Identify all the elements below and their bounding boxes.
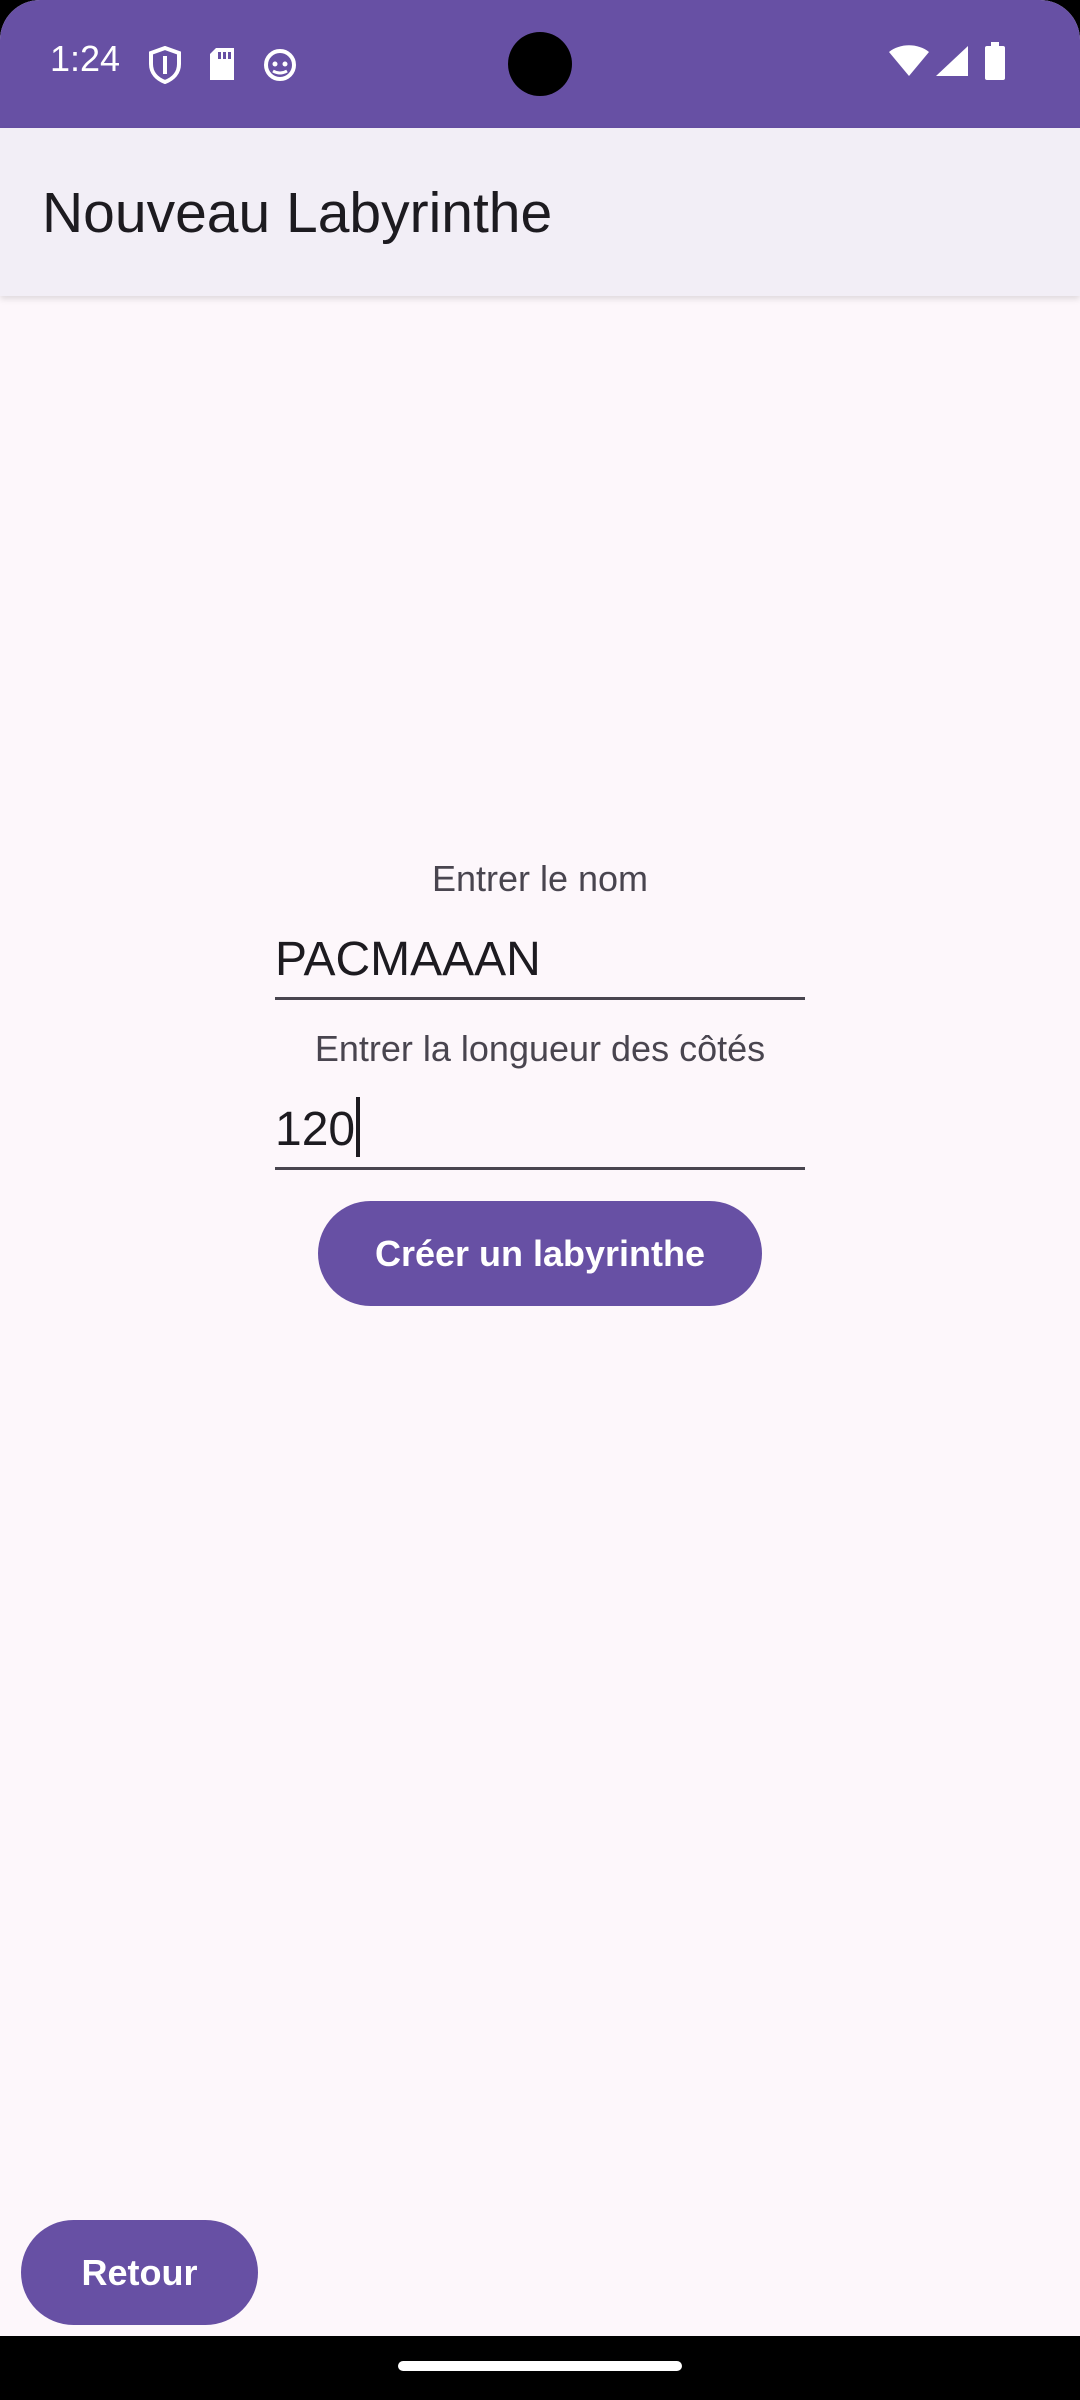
status-bar: 1:24 [0,0,1080,128]
shield-icon [148,45,182,89]
screen: 1:24 Nouveau Labyrinthe Entrer le nom PA… [0,0,1080,2336]
android-debug-icon [262,46,298,87]
back-button[interactable]: Retour [21,2220,258,2325]
sd-card-icon [208,46,236,87]
battery-icon [984,42,1006,85]
side-length-label: Entrer la longueur des côtés [314,1028,766,1069]
camera-cutout [508,32,572,96]
side-length-text: 120 [275,1103,356,1156]
app-bar: Nouveau Labyrinthe [0,128,1080,296]
name-field[interactable]: PACMAAAN [275,920,805,1000]
name-label: Entrer le nom [431,858,649,899]
side-length-field[interactable]: 120 [275,1090,805,1170]
home-indicator[interactable] [398,2361,682,2371]
cell-signal-icon [934,44,970,83]
side-length-field-value: 120 [275,1097,361,1157]
status-time: 1:24 [50,38,121,79]
text-cursor [356,1097,361,1157]
wifi-icon [888,44,930,83]
name-field-value: PACMAAAN [275,933,541,986]
page-title: Nouveau Labyrinthe [42,181,553,245]
create-labyrinth-button[interactable]: Créer un labyrinthe [318,1201,762,1306]
